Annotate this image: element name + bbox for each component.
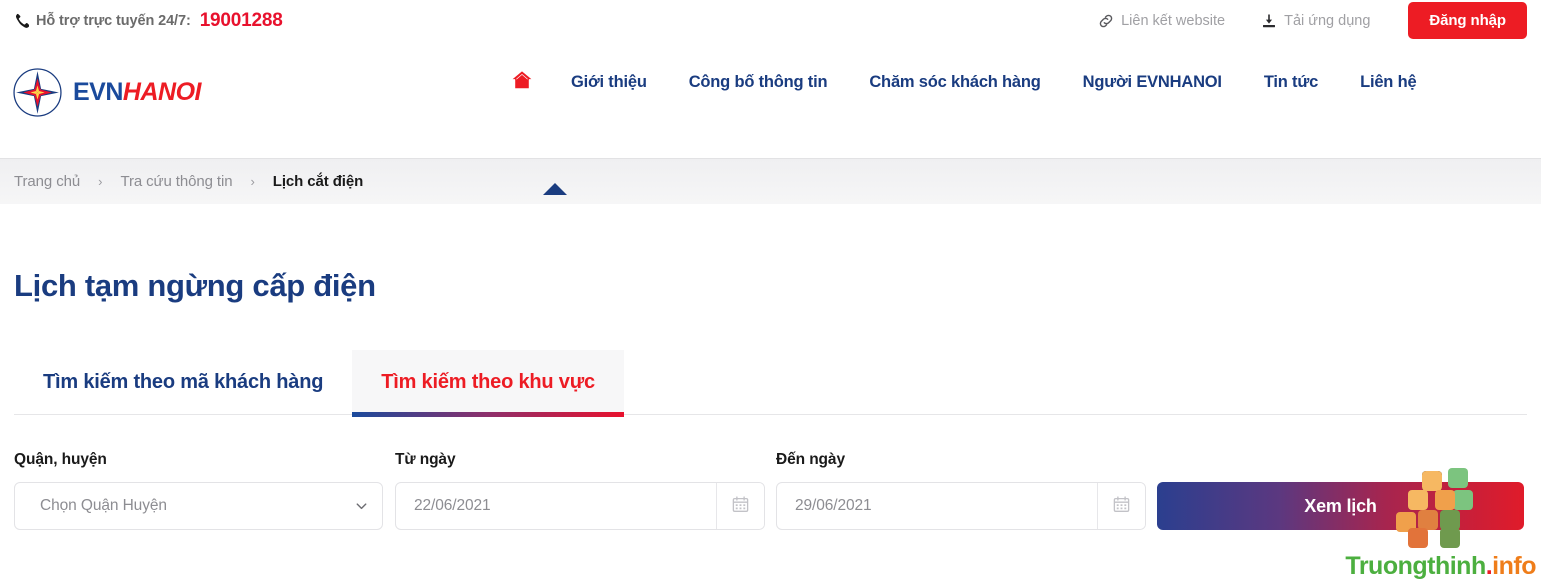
watermark-text: Truongthinh.info bbox=[1345, 552, 1536, 581]
date-to-label: Đến ngày bbox=[776, 451, 845, 468]
evn-star-logo-icon bbox=[12, 67, 63, 118]
support-phone-number: 19001288 bbox=[199, 9, 283, 31]
district-select-wrapper: Chọn Quận Huyện bbox=[14, 482, 383, 530]
search-form: Quận, huyện Chọn Quận Huyện Từ ngày 22/0… bbox=[14, 451, 1527, 530]
date-from-group bbox=[395, 482, 765, 530]
brand-wordmark: EVNHANOI bbox=[73, 78, 201, 107]
date-to-field: Đến ngày bbox=[776, 451, 1146, 530]
breadcrumb-item-tra-cuu-thong-tin[interactable]: Tra cứu thông tin bbox=[120, 173, 232, 190]
website-links-button[interactable]: Liên kết website bbox=[1080, 13, 1243, 29]
date-from-calendar-button[interactable] bbox=[716, 483, 764, 529]
website-links-label: Liên kết website bbox=[1121, 12, 1226, 29]
breadcrumb: Trang chủ › Tra cứu thông tin › Lịch cắt… bbox=[0, 158, 1541, 204]
district-select[interactable]: Chọn Quận Huyện bbox=[14, 482, 383, 530]
page-root: Hỗ trợ trực tuyến 24/7: 19001288 Liên kế… bbox=[0, 0, 1541, 583]
nav-item-cong-bo-thong-tin[interactable]: Công bố thông tin bbox=[668, 73, 849, 92]
main-content: Lịch tạm ngừng cấp điện Tìm kiếm theo mã… bbox=[0, 268, 1541, 530]
home-icon bbox=[511, 69, 533, 96]
calendar-icon bbox=[731, 495, 750, 517]
breadcrumb-item-trang-chu[interactable]: Trang chủ bbox=[14, 173, 80, 190]
download-app-button[interactable]: Tải ứng dụng bbox=[1243, 13, 1388, 29]
nav-item-gioi-thieu[interactable]: Giới thiệu bbox=[550, 73, 668, 92]
tab-search-by-customer-code[interactable]: Tìm kiếm theo mã khách hàng bbox=[14, 350, 352, 414]
breadcrumb-separator-icon: › bbox=[98, 174, 103, 189]
nav-item-tin-tuc[interactable]: Tin tức bbox=[1243, 73, 1339, 92]
link-icon bbox=[1098, 13, 1114, 29]
download-icon bbox=[1261, 13, 1277, 29]
watermark-text-main: Truongthinh bbox=[1345, 552, 1486, 580]
nav-active-caret-icon bbox=[543, 183, 567, 195]
brand-name-primary: EVN bbox=[73, 78, 123, 106]
main-navigation-bar: EVNHANOI Giới thiệu Công bố thông tin Ch… bbox=[0, 41, 1541, 195]
support-label: Hỗ trợ trực tuyến 24/7: bbox=[36, 12, 191, 29]
district-label: Quận, huyện bbox=[14, 451, 107, 468]
calendar-icon bbox=[1112, 495, 1131, 517]
watermark-text-tld: info bbox=[1492, 552, 1536, 580]
search-mode-tabs: Tìm kiếm theo mã khách hàng Tìm kiếm the… bbox=[14, 350, 1527, 417]
nav-item-nguoi-evnhanoi[interactable]: Người EVNHANOI bbox=[1062, 73, 1243, 92]
watermark-text-dot: . bbox=[1485, 552, 1493, 580]
nav-item-lien-he[interactable]: Liên hệ bbox=[1339, 73, 1437, 92]
date-to-calendar-button[interactable] bbox=[1097, 483, 1145, 529]
nav-item-home[interactable] bbox=[500, 69, 550, 96]
brand-name-secondary: HANOI bbox=[122, 78, 202, 106]
login-button[interactable]: Đăng nhập bbox=[1408, 2, 1527, 39]
support-info: Hỗ trợ trực tuyến 24/7: 19001288 bbox=[14, 10, 283, 32]
date-from-label: Từ ngày bbox=[395, 451, 456, 468]
brand-logo[interactable]: EVNHANOI bbox=[12, 67, 201, 118]
view-schedule-button[interactable]: Xem lịch bbox=[1157, 482, 1524, 530]
breadcrumb-separator-icon: › bbox=[250, 174, 255, 189]
date-to-input[interactable] bbox=[777, 483, 1097, 529]
date-from-input[interactable] bbox=[396, 483, 716, 529]
top-utility-bar: Hỗ trợ trực tuyến 24/7: 19001288 Liên kế… bbox=[0, 0, 1541, 41]
date-from-field: Từ ngày bbox=[395, 451, 765, 530]
tab-search-by-area[interactable]: Tìm kiếm theo khu vực bbox=[352, 350, 624, 417]
breadcrumb-item-current: Lịch cắt điện bbox=[272, 173, 364, 190]
date-to-group bbox=[776, 482, 1146, 530]
phone-icon bbox=[14, 13, 29, 28]
page-title: Lịch tạm ngừng cấp điện bbox=[14, 268, 376, 303]
top-links-group: Liên kết website Tải ứng dụng Đăng nhập bbox=[1080, 2, 1527, 39]
nav-item-cham-soc-khach-hang[interactable]: Chăm sóc khách hàng bbox=[848, 73, 1061, 92]
district-field: Quận, huyện Chọn Quận Huyện bbox=[14, 451, 383, 530]
nav-items-group: Giới thiệu Công bố thông tin Chăm sóc kh… bbox=[500, 69, 1437, 96]
download-app-label: Tải ứng dụng bbox=[1284, 12, 1371, 29]
